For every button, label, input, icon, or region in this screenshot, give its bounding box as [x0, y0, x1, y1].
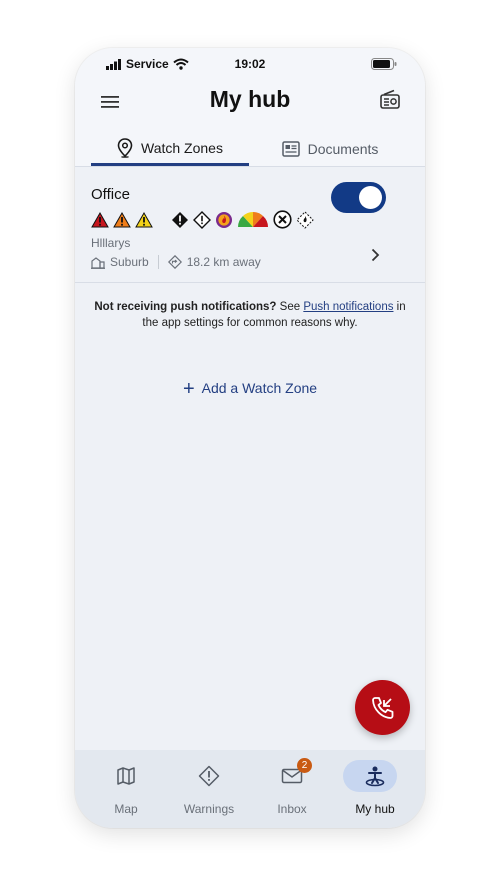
- tab-watch-zones-label: Watch Zones: [141, 139, 223, 156]
- toggle-knob: [359, 186, 382, 209]
- zone-meta: Suburb 18.2 km away: [91, 255, 261, 269]
- chevron-right-icon[interactable]: [369, 248, 381, 262]
- phone-frame: Service 19:02 My hub Watch Zones Documen…: [75, 48, 425, 828]
- radio-icon[interactable]: [379, 89, 401, 111]
- push-notifications-link[interactable]: Push notifications: [303, 301, 393, 313]
- tab-documents-label: Documents: [307, 141, 379, 157]
- black-diamond-alert-icon: [171, 211, 189, 234]
- map-pin-icon: [117, 137, 133, 158]
- zone-distance: 18.2 km away: [186, 255, 261, 269]
- watch-zone-card[interactable]: Office Hlllarys Suburb 18.2 km away: [75, 178, 425, 274]
- nav-inbox[interactable]: 2 Inbox: [252, 758, 332, 820]
- add-watch-zone-label: Add a Watch Zone: [201, 380, 318, 396]
- yellow-warning-triangle-icon: [135, 211, 153, 233]
- outline-diamond-alert-icon: [193, 210, 211, 234]
- inbox-badge: 2: [297, 758, 312, 773]
- zone-toggle[interactable]: [331, 182, 386, 213]
- push-notice-bold: Not receiving push notifications?: [94, 301, 277, 313]
- meta-separator: [157, 255, 159, 269]
- fire-danger-circle-icon: [215, 211, 233, 234]
- fire-danger-rating-gauge-icon: [237, 211, 269, 233]
- nav-warnings[interactable]: Warnings: [169, 760, 249, 820]
- person-hub-icon: [365, 766, 385, 787]
- nav-my-hub-label: My hub: [355, 802, 395, 816]
- add-watch-zone-button[interactable]: + Add a Watch Zone: [75, 378, 425, 401]
- warning-icon-row: [91, 210, 318, 234]
- emergency-call-button[interactable]: [355, 680, 410, 735]
- push-notification-notice: Not receiving push notifications? See Pu…: [89, 299, 411, 331]
- zone-name: Office: [91, 186, 130, 203]
- tab-documents[interactable]: Documents: [250, 132, 410, 166]
- red-warning-triangle-icon: [91, 211, 109, 233]
- direction-icon: [167, 255, 182, 269]
- zone-type-label: Suburb: [110, 255, 149, 269]
- tab-watch-zones[interactable]: Watch Zones: [91, 132, 249, 166]
- document-icon: [281, 141, 300, 157]
- status-bar: Service 19:02: [75, 57, 425, 73]
- page-title: My hub: [209, 86, 291, 112]
- burn-diamond-icon: [296, 210, 314, 234]
- phone-call-icon: [371, 696, 393, 719]
- nav-map[interactable]: Map: [86, 760, 166, 820]
- warning-diamond-icon: [198, 765, 220, 787]
- nav-warnings-label: Warnings: [183, 802, 235, 816]
- zone-suburb-name: Hlllarys: [91, 236, 131, 250]
- cross-circle-icon: [273, 210, 292, 234]
- map-icon: [117, 767, 135, 785]
- bottom-navigation: Map Warnings 2 Inbox My hub: [75, 750, 425, 828]
- section-divider: [75, 282, 425, 283]
- nav-my-hub[interactable]: My hub: [335, 760, 415, 820]
- nav-map-label: Map: [114, 802, 138, 816]
- battery-icon: [371, 58, 397, 70]
- nav-inbox-label: Inbox: [277, 802, 307, 816]
- title-bar: My hub: [75, 86, 425, 116]
- app-header: Service 19:02 My hub Watch Zones Documen…: [75, 48, 425, 167]
- tab-bar: Watch Zones Documents: [75, 132, 425, 167]
- plus-icon: +: [182, 378, 195, 400]
- push-notice-pre: See: [276, 301, 304, 313]
- suburb-icon: [91, 256, 105, 269]
- orange-warning-triangle-icon: [113, 211, 131, 233]
